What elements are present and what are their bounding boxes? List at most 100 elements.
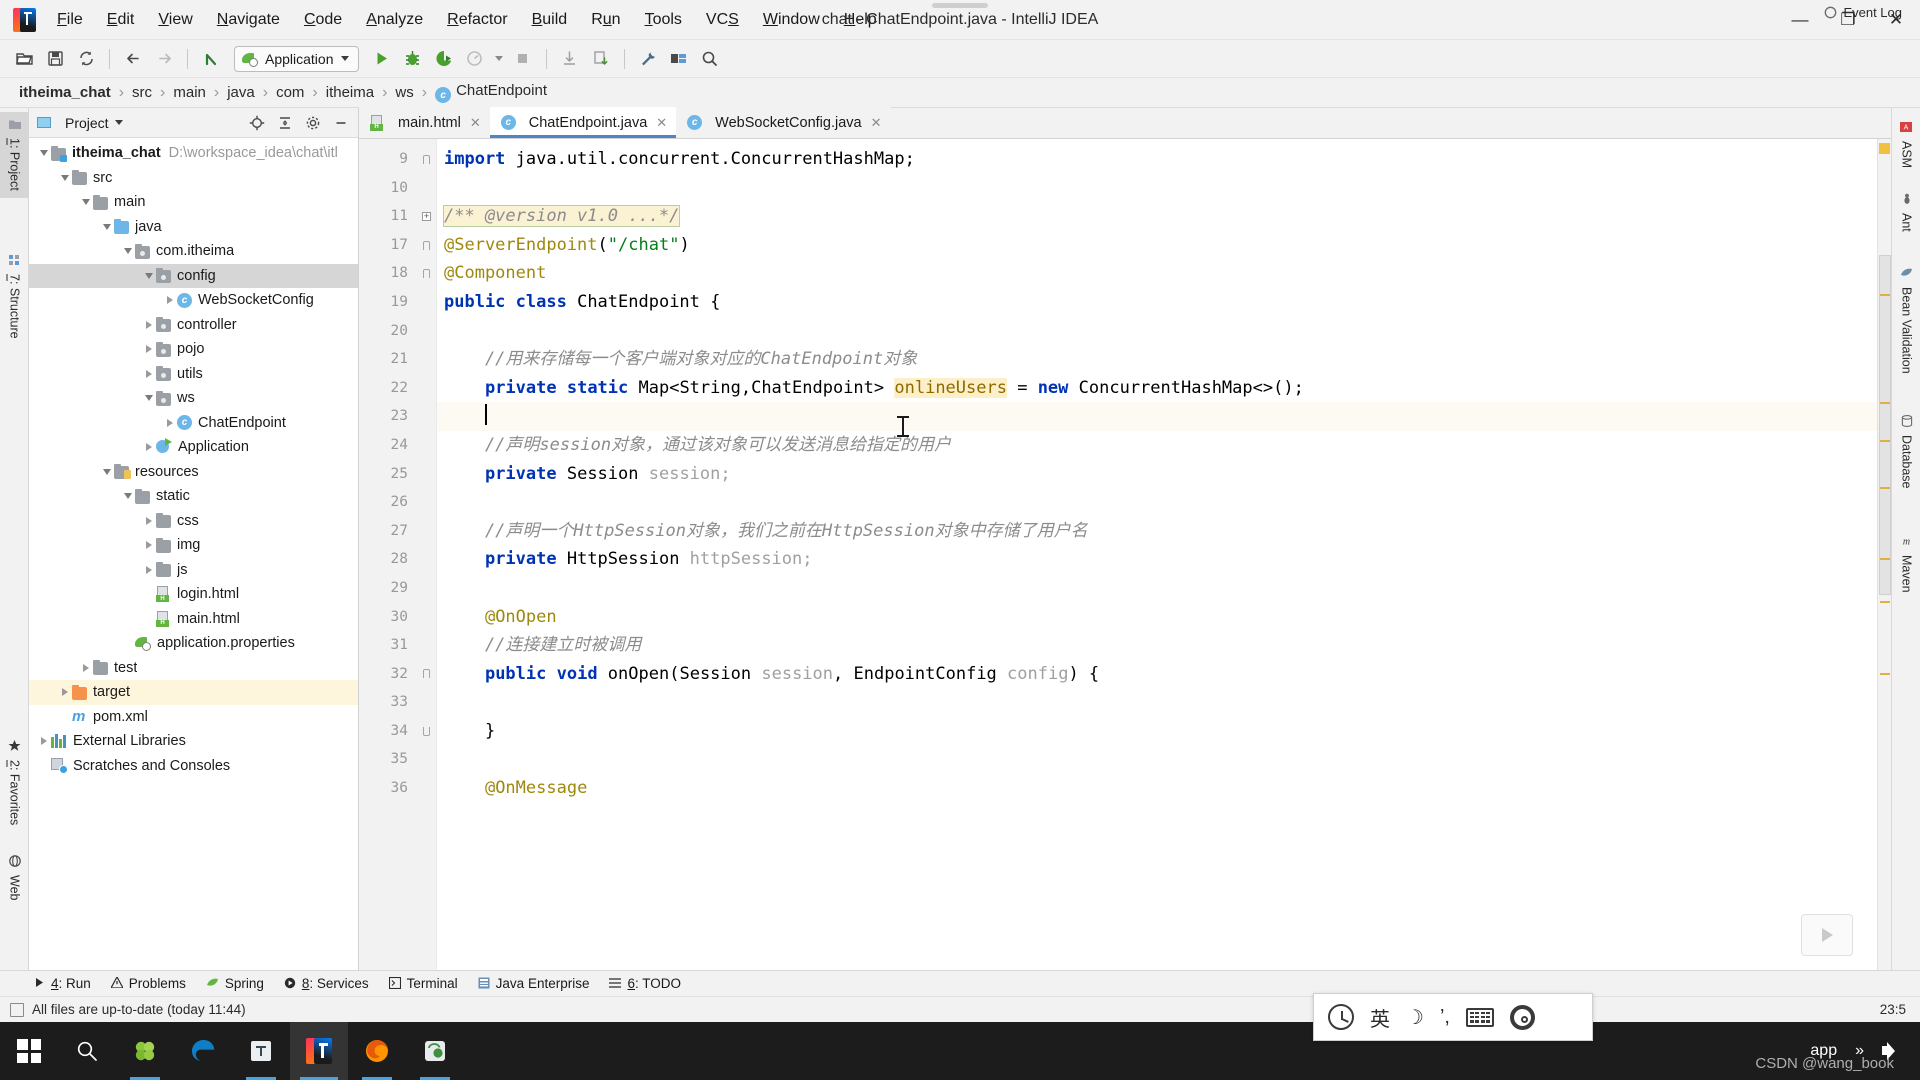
typora-app-button[interactable] — [232, 1022, 290, 1080]
tree-node-com-itheima[interactable]: com.itheima — [29, 239, 358, 264]
chevron-right-icon[interactable] — [142, 541, 156, 549]
ime-gear-icon[interactable] — [1510, 1005, 1535, 1030]
start-button[interactable] — [0, 1022, 58, 1080]
tool-window-4-run[interactable]: 4: Run — [34, 976, 91, 991]
chevron-right-icon[interactable] — [142, 443, 156, 451]
forward-icon[interactable] — [150, 46, 178, 72]
error-stripe-marker-bar[interactable] — [1877, 139, 1891, 970]
commit-icon[interactable] — [587, 46, 615, 72]
code-line[interactable]: public void onOpen(Session session, Endp… — [437, 660, 1877, 689]
code-line[interactable]: } — [437, 717, 1877, 746]
chevron-right-icon[interactable] — [142, 566, 156, 574]
tree-node-application[interactable]: Application — [29, 435, 358, 460]
stop-icon[interactable] — [509, 46, 537, 72]
wechat-app-button[interactable] — [406, 1022, 464, 1080]
tree-node-js[interactable]: js — [29, 558, 358, 583]
synchronize-icon[interactable] — [72, 46, 100, 72]
tree-node-websocketconfig[interactable]: cWebSocketConfig — [29, 288, 358, 313]
chevron-down-icon[interactable] — [142, 395, 156, 401]
code-line[interactable] — [437, 317, 1877, 346]
tool-window-8-services[interactable]: 8: Services — [284, 976, 369, 991]
keyboard-icon[interactable] — [1466, 1008, 1494, 1027]
collapse-all-icon[interactable] — [274, 112, 296, 134]
rail-tab-bean-validation[interactable]: Bean Validation — [1892, 260, 1920, 381]
tree-node-login-html[interactable]: Hlogin.html — [29, 582, 358, 607]
tree-node-config[interactable]: config — [29, 264, 358, 289]
editor-tab-main-html[interactable]: Hmain.html✕ — [359, 107, 490, 138]
chevron-right-icon[interactable] — [58, 688, 72, 696]
tree-node-java[interactable]: java — [29, 215, 358, 240]
code-line[interactable]: @OnMessage — [437, 774, 1877, 803]
chevron-right-icon[interactable] — [163, 419, 177, 427]
code-line[interactable]: //声明一个HttpSession对象，我们之前在HttpSession对象中存… — [437, 517, 1877, 546]
chevron-right-icon[interactable] — [37, 737, 51, 745]
tool-window-6-todo[interactable]: 6: TODO — [609, 976, 681, 991]
code-line[interactable]: @OnOpen — [437, 603, 1877, 632]
code-line[interactable]: private HttpSession httpSession; — [437, 545, 1877, 574]
save-all-icon[interactable] — [41, 46, 69, 72]
rail-tab-7-structure[interactable]: 7: Structure — [0, 248, 29, 346]
menu-item-help[interactable]: Help — [833, 7, 888, 33]
minimize-button[interactable]: — — [1776, 0, 1824, 40]
rail-tab-database[interactable]: Database — [1892, 408, 1920, 496]
locate-icon[interactable] — [246, 112, 268, 134]
menu-item-window[interactable]: Window — [752, 7, 831, 33]
tree-node-main[interactable]: main — [29, 190, 358, 215]
profile-dropdown-icon[interactable] — [492, 46, 506, 72]
search-everywhere-icon[interactable] — [696, 46, 724, 72]
settings-icon[interactable] — [634, 46, 662, 72]
tool-window-java-enterprise[interactable]: Java Enterprise — [478, 976, 590, 991]
chevron-down-icon[interactable] — [121, 493, 135, 499]
window-drag-handle[interactable] — [932, 3, 988, 8]
firefox-browser-button[interactable] — [348, 1022, 406, 1080]
open-folder-icon[interactable] — [10, 46, 38, 72]
tool-window-terminal[interactable]: Terminal — [389, 976, 458, 991]
chevron-right-icon[interactable] — [142, 517, 156, 525]
code-line[interactable] — [437, 174, 1877, 203]
tree-node-resources[interactable]: resources — [29, 460, 358, 485]
menu-item-edit[interactable]: Edit — [96, 7, 146, 33]
tree-node-src[interactable]: src — [29, 166, 358, 191]
chevron-right-icon[interactable] — [142, 345, 156, 353]
search-button[interactable] — [58, 1022, 116, 1080]
code-line[interactable]: public class ChatEndpoint { — [437, 288, 1877, 317]
menu-item-build[interactable]: Build — [521, 7, 579, 33]
chevron-down-icon[interactable] — [37, 150, 51, 156]
menu-item-run[interactable]: Run — [580, 7, 631, 33]
fold-fold-top-icon[interactable] — [417, 660, 436, 689]
ime-moon-icon[interactable]: ☽ — [1406, 1005, 1424, 1030]
close-icon[interactable]: ✕ — [871, 115, 882, 131]
tool-window-problems[interactable]: Problems — [111, 976, 186, 991]
tree-node-pojo[interactable]: pojo — [29, 337, 358, 362]
tree-node-controller[interactable]: controller — [29, 313, 358, 338]
tree-node-scratches-and-consoles[interactable]: Scratches and Consoles — [29, 754, 358, 779]
code-line[interactable]: private static Map<String,ChatEndpoint> … — [437, 374, 1877, 403]
code-line[interactable]: @Component — [437, 259, 1877, 288]
debug-icon[interactable] — [399, 46, 427, 72]
clover-app-button[interactable] — [116, 1022, 174, 1080]
code-content[interactable]: import java.util.concurrent.ConcurrentHa… — [437, 139, 1877, 970]
chevron-down-icon[interactable] — [121, 248, 135, 254]
code-line[interactable]: private Session session; — [437, 460, 1877, 489]
tree-node-main-html[interactable]: Hmain.html — [29, 607, 358, 632]
chevron-down-icon[interactable] — [142, 273, 156, 279]
fold-fold-top-icon[interactable] — [417, 231, 436, 260]
inline-run-widget[interactable] — [1801, 914, 1853, 956]
ime-language-bar[interactable]: 英 ☽ ’, — [1313, 993, 1593, 1041]
code-line[interactable]: @ServerEndpoint("/chat") — [437, 231, 1877, 260]
breadcrumb-item-ws[interactable]: ws — [390, 84, 418, 101]
code-line[interactable]: //用来存储每一个客户端对象对应的ChatEndpoint对象 — [437, 345, 1877, 374]
scrollbar-thumb[interactable] — [1879, 255, 1891, 595]
menu-item-file[interactable]: File — [46, 7, 94, 33]
tool-window-spring[interactable]: Spring — [206, 976, 264, 991]
breadcrumb-item-com[interactable]: com — [271, 84, 309, 101]
breadcrumb-item-src[interactable]: src — [127, 84, 157, 101]
chevron-right-icon[interactable] — [163, 296, 177, 304]
tree-node-ws[interactable]: ws — [29, 386, 358, 411]
gear-icon[interactable] — [302, 112, 324, 134]
chevron-down-icon[interactable] — [79, 199, 93, 205]
ime-punctuation-icon[interactable]: ’, — [1440, 1006, 1450, 1029]
menu-item-analyze[interactable]: Analyze — [355, 7, 434, 33]
event-log-button[interactable]: Event Log — [1824, 5, 1902, 20]
tree-node-target[interactable]: target — [29, 680, 358, 705]
